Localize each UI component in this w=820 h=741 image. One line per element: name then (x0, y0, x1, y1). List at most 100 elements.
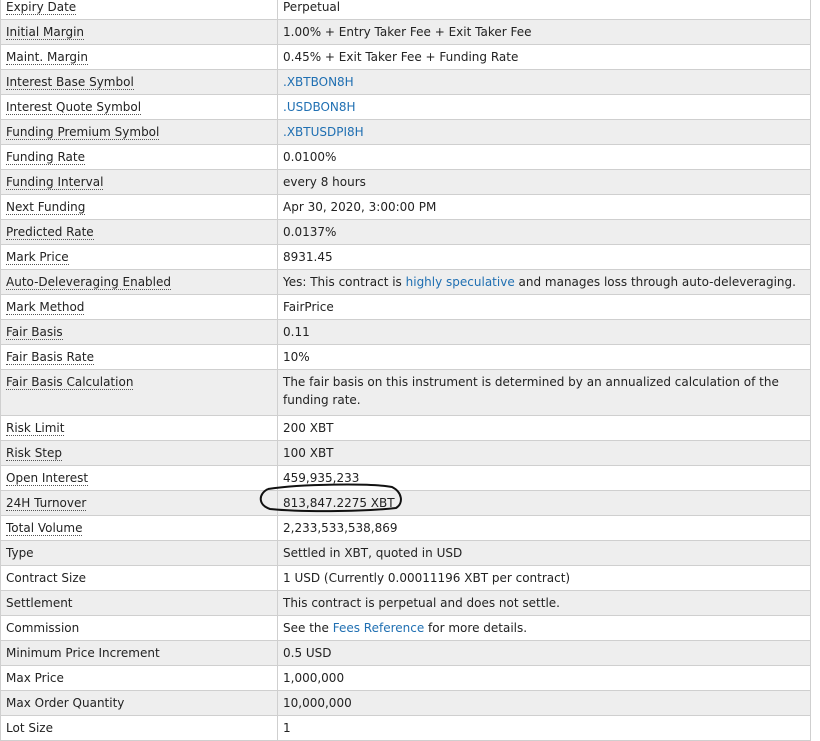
row-label[interactable]: Funding Interval (6, 175, 104, 190)
row-label-cell: Predicted Rate (0, 219, 278, 245)
row-value: See the (283, 621, 333, 635)
table-row: Initial Margin 1.00% + Entry Taker Fee + … (0, 19, 811, 45)
row-value: 100 XBT (283, 446, 334, 460)
row-label[interactable]: Fair Basis Rate (6, 350, 94, 365)
value-link[interactable]: Fees Reference (333, 621, 425, 635)
row-value-cell: 0.45% + Exit Taker Fee + Funding Rate (277, 44, 811, 70)
value-link[interactable]: .XBTUSDPI8H (283, 125, 364, 139)
row-label[interactable]: Initial Margin (6, 25, 85, 40)
row-label-cell: Fair Basis Rate (0, 344, 278, 370)
row-value: 0.0100% (283, 150, 337, 164)
row-value: 0.11 (283, 325, 310, 339)
row-value-cell: FairPrice (277, 294, 811, 320)
value-link[interactable]: .USDBON8H (283, 100, 356, 114)
table-row: Mark Method FairPrice (0, 294, 811, 320)
row-label[interactable]: Funding Premium Symbol (6, 125, 160, 140)
table-row: Fair Basis Rate 10% (0, 344, 811, 370)
value-link[interactable]: highly speculative (406, 275, 515, 289)
contract-specs-table: Expiry Date Perpetual Initial Margin 1.00% … (0, 0, 811, 741)
row-label[interactable]: Fair Basis Calculation (6, 375, 134, 390)
row-value-cell: 8931.45 (277, 244, 811, 270)
row-label-cell: Interest Quote Symbol (0, 94, 278, 120)
row-value: 0.45% + Exit Taker Fee + Funding Rate (283, 50, 519, 64)
row-value-cell: 0.0100% (277, 144, 811, 170)
row-value-cell: 1,000,000 (277, 665, 811, 691)
table-row: Funding Interval every 8 hours (0, 169, 811, 195)
row-label-cell: Maint. Margin (0, 44, 278, 70)
row-label[interactable]: Total Volume (6, 521, 83, 536)
row-label[interactable]: Funding Rate (6, 150, 85, 165)
row-label[interactable]: Mark Method (6, 300, 85, 315)
row-value: 1 USD (Currently 0.00011196 XBT per cont… (283, 571, 571, 585)
row-value-cell: 1 USD (Currently 0.00011196 XBT per cont… (277, 565, 811, 591)
row-label[interactable]: Interest Quote Symbol (6, 100, 142, 115)
row-value: 0.5 USD (283, 646, 332, 660)
row-label-cell: Expiry Date (0, 0, 278, 20)
row-value: The fair basis on this instrument is det… (283, 375, 779, 407)
row-value: 813,847.2275 XBT (283, 496, 395, 510)
row-label[interactable]: Risk Limit (6, 421, 65, 436)
row-value-cell: .XBTBON8H (277, 69, 811, 95)
row-value: 8931.45 (283, 250, 333, 264)
row-value: for more details. (424, 621, 528, 635)
table-row: Funding Premium Symbol .XBTUSDPI8H (0, 119, 811, 145)
row-value: Perpetual (283, 0, 341, 14)
table-row: Lot Size 1 (0, 715, 811, 741)
row-value: 10% (283, 350, 310, 364)
row-label[interactable]: Maint. Margin (6, 50, 88, 65)
row-label[interactable]: 24H Turnover (6, 496, 87, 511)
row-label: Max Order Quantity (6, 696, 125, 710)
row-label[interactable]: Fair Basis (6, 325, 63, 340)
row-label-cell: Next Funding (0, 194, 278, 220)
row-label: Settlement (6, 596, 73, 610)
table-row: Contract Size 1 USD (Currently 0.00011196… (0, 565, 811, 591)
row-label-cell: Max Price (0, 665, 278, 691)
row-value-cell: The fair basis on this instrument is det… (277, 369, 811, 416)
row-label: Max Price (6, 671, 64, 685)
row-label-cell: Risk Step (0, 440, 278, 466)
row-label: Type (6, 546, 34, 560)
table-row: Fair Basis 0.11 (0, 319, 811, 345)
row-label-cell: Auto-Deleveraging Enabled (0, 269, 278, 295)
row-value: FairPrice (283, 300, 334, 314)
table-row: Risk Limit 200 XBT (0, 415, 811, 441)
row-label-cell: Risk Limit (0, 415, 278, 441)
row-value-cell: 2,233,533,538,869 (277, 515, 811, 541)
row-value-cell: 0.0137% (277, 219, 811, 245)
row-value-cell: 1.00% + Entry Taker Fee + Exit Taker Fee (277, 19, 811, 45)
row-value-cell: every 8 hours (277, 169, 811, 195)
row-label[interactable]: Expiry Date (6, 0, 77, 15)
row-label-cell: Initial Margin (0, 19, 278, 45)
table-row: Max Order Quantity 10,000,000 (0, 690, 811, 716)
row-value: every 8 hours (283, 175, 366, 189)
row-value: Apr 30, 2020, 3:00:00 PM (283, 200, 437, 214)
row-label: Lot Size (6, 721, 53, 735)
row-value-cell: 813,847.2275 XBT (277, 490, 811, 516)
row-value: Yes: This contract is (283, 275, 406, 289)
table-row: Maint. Margin 0.45% + Exit Taker Fee + Fu… (0, 44, 811, 70)
row-value-cell: 10,000,000 (277, 690, 811, 716)
row-label: Minimum Price Increment (6, 646, 160, 660)
row-label[interactable]: Open Interest (6, 471, 89, 486)
row-label[interactable]: Mark Price (6, 250, 69, 265)
row-value: Settled in XBT, quoted in USD (283, 546, 463, 560)
row-label[interactable]: Risk Step (6, 446, 63, 461)
row-label[interactable]: Auto-Deleveraging Enabled (6, 275, 172, 290)
row-label-cell: Mark Method (0, 294, 278, 320)
row-label-cell: Open Interest (0, 465, 278, 491)
row-value: 1,000,000 (283, 671, 345, 685)
table-row: Settlement This contract is perpetual and… (0, 590, 811, 616)
row-label-cell: Contract Size (0, 565, 278, 591)
row-value: 1 (283, 721, 291, 735)
row-label-cell: Interest Base Symbol (0, 69, 278, 95)
row-value-cell: See the Fees Reference for more details. (277, 615, 811, 641)
table-row: Auto-Deleveraging Enabled Yes: This contr… (0, 269, 811, 295)
row-value: 459,935,233 (283, 471, 360, 485)
row-label[interactable]: Predicted Rate (6, 225, 94, 240)
row-label[interactable]: Interest Base Symbol (6, 75, 134, 90)
value-link[interactable]: .XBTBON8H (283, 75, 354, 89)
row-label[interactable]: Next Funding (6, 200, 86, 215)
row-value-cell: 0.11 (277, 319, 811, 345)
row-label: Commission (6, 621, 80, 635)
row-value: 200 XBT (283, 421, 334, 435)
